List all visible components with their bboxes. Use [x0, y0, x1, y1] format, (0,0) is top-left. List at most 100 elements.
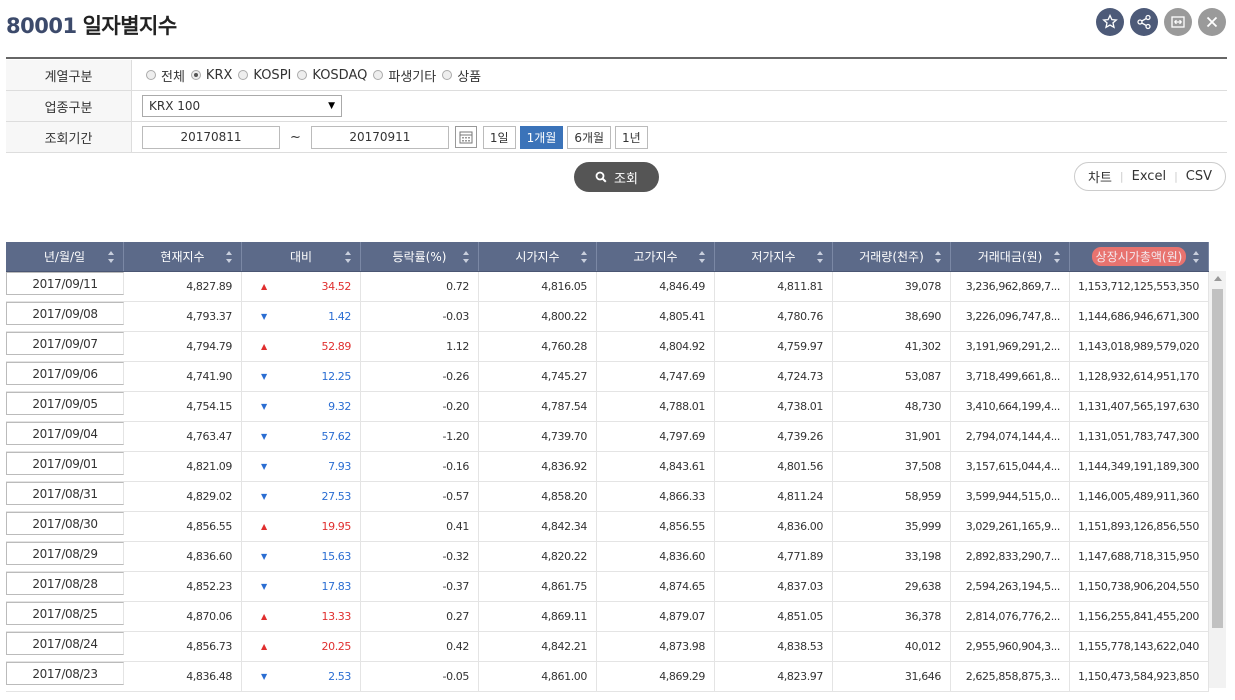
high-cell: 4,873.98: [597, 632, 715, 661]
radio-commodity[interactable]: 상품: [442, 66, 481, 85]
table-row[interactable]: 2017/08/23 4,836.48 ▼ 2.53 -0.05 4,861.00 4,86…: [6, 662, 1209, 692]
table-row[interactable]: 2017/08/28 4,852.23 ▼ 17.83 -0.37 4,861.75 4,8…: [6, 572, 1209, 602]
close-cell: 4,856.73: [124, 632, 242, 661]
col-header-label: 상장시가총액(원): [1091, 247, 1187, 266]
export-divider: |: [1174, 170, 1178, 183]
table-row[interactable]: 2017/09/07 4,794.79 ▲ 52.89 1.12 4,760.28 4,80…: [6, 332, 1209, 362]
calendar-button[interactable]: [454, 126, 477, 148]
date-cell: 2017/09/04: [6, 422, 124, 445]
period-cell: 20170811 ~ 20170911 1일 1개월 6개월 1년: [132, 122, 1227, 152]
screen-code: 80001: [6, 14, 77, 38]
period-1day-button[interactable]: 1일: [482, 125, 516, 149]
low-cell: 4,811.81: [715, 272, 833, 301]
open-cell: 4,787.54: [479, 392, 597, 421]
share-button[interactable]: [1130, 8, 1158, 36]
up-arrow-icon: ▲: [261, 642, 267, 651]
scroll-up-icon[interactable]: [1214, 276, 1222, 281]
dropdown-arrow-icon: ▼: [328, 101, 335, 111]
table-row[interactable]: 2017/08/29 4,836.60 ▼ 15.63 -0.32 4,820.22 4,8…: [6, 542, 1209, 572]
col-header-high[interactable]: 고가지수: [597, 242, 715, 271]
col-header-label: 저가지수: [751, 250, 796, 264]
scrollbar-thumb[interactable]: [1212, 289, 1223, 628]
table-scrollbar[interactable]: [1209, 271, 1226, 688]
date-cell: 2017/08/23: [6, 662, 124, 685]
col-header-low[interactable]: 저가지수: [715, 242, 833, 271]
col-header-date[interactable]: 년/월/일: [6, 242, 124, 271]
change-cell: ▼ 9.32: [242, 392, 361, 421]
screen-name: 일자별지수: [82, 14, 178, 38]
low-cell: 4,759.97: [715, 332, 833, 361]
rate-cell: 0.72: [361, 272, 479, 301]
table-row[interactable]: 2017/09/08 4,793.37 ▼ 1.42 -0.03 4,800.22 4,80…: [6, 302, 1209, 332]
favorite-button[interactable]: [1096, 8, 1124, 36]
csv-button[interactable]: CSV: [1186, 169, 1212, 184]
down-arrow-icon: ▼: [261, 462, 267, 471]
open-cell: 4,869.11: [479, 602, 597, 631]
table-row[interactable]: 2017/09/06 4,741.90 ▼ 12.25 -0.26 4,745.27 4,7…: [6, 362, 1209, 392]
rate-cell: -0.26: [361, 362, 479, 391]
market-cap-cell: 1,153,712,125,553,350: [1070, 272, 1209, 301]
table-row[interactable]: 2017/09/05 4,754.15 ▼ 9.32 -0.20 4,787.54 4,78…: [6, 392, 1209, 422]
search-button[interactable]: 조회: [574, 162, 659, 192]
amount-cell: 3,029,261,165,9...: [951, 512, 1070, 541]
radio-all[interactable]: 전체: [146, 66, 185, 85]
period-6month-button[interactable]: 6개월: [567, 125, 612, 149]
radio-kospi[interactable]: KOSPI: [238, 68, 291, 83]
radio-circle: [238, 70, 249, 80]
rate-cell: 0.27: [361, 602, 479, 631]
table-row[interactable]: 2017/08/30 4,856.55 ▲ 19.95 0.41 4,842.34 4,85…: [6, 512, 1209, 542]
col-header-change[interactable]: 대비: [242, 242, 361, 271]
export-divider: |: [1119, 170, 1124, 183]
close-cell: 4,856.55: [124, 512, 242, 541]
table-row[interactable]: 2017/09/04 4,763.47 ▼ 57.62 -1.20 4,739.70 4,7…: [6, 422, 1209, 452]
excel-button[interactable]: Excel: [1132, 169, 1166, 184]
volume-cell: 41,302: [833, 332, 951, 361]
open-cell: 4,858.20: [479, 482, 597, 511]
down-arrow-icon: ▼: [261, 492, 267, 501]
low-cell: 4,738.01: [715, 392, 833, 421]
close-button[interactable]: [1198, 8, 1226, 36]
open-cell: 4,842.21: [479, 632, 597, 661]
col-header-volume[interactable]: 거래량(천주): [833, 242, 951, 271]
chart-button[interactable]: 차트: [1088, 167, 1112, 186]
col-header-amount[interactable]: 거래대금(원): [951, 242, 1070, 271]
low-cell: 4,838.53: [715, 632, 833, 661]
radio-derivatives[interactable]: 파생기타: [373, 66, 436, 85]
period-1year-button[interactable]: 1년: [615, 125, 648, 149]
up-arrow-icon: ▲: [261, 612, 267, 621]
table-row[interactable]: 2017/08/25 4,870.06 ▲ 13.33 0.27 4,869.11 4,87…: [6, 602, 1209, 632]
table-row[interactable]: 2017/09/11 4,827.89 ▲ 34.52 0.72 4,816.05 4,84…: [6, 272, 1209, 302]
down-arrow-icon: ▼: [261, 372, 267, 381]
col-header-rate[interactable]: 등락률(%): [361, 242, 479, 271]
period-1month-button[interactable]: 1개월: [519, 125, 564, 149]
open-cell: 4,820.22: [479, 542, 597, 571]
down-arrow-icon: ▼: [261, 552, 267, 561]
rate-cell: 1.12: [361, 332, 479, 361]
rate-cell: 0.42: [361, 632, 479, 661]
radio-kosdaq[interactable]: KOSDAQ: [297, 68, 367, 83]
end-date-input[interactable]: 20170911: [310, 125, 449, 149]
expand-button[interactable]: [1164, 8, 1192, 36]
industry-select[interactable]: KRX 100 ▼: [142, 95, 342, 117]
table-row[interactable]: 2017/09/01 4,821.09 ▼ 7.93 -0.16 4,836.92 4,84…: [6, 452, 1209, 482]
open-cell: 4,745.27: [479, 362, 597, 391]
radio-circle: [146, 70, 156, 80]
date-cell: 2017/08/28: [6, 572, 124, 595]
open-cell: 4,800.22: [479, 302, 597, 331]
amount-cell: 3,599,944,515,0...: [951, 482, 1070, 511]
table-row[interactable]: 2017/08/31 4,829.02 ▼ 27.53 -0.57 4,858.20 4,8…: [6, 482, 1209, 512]
change-value: 12.25: [321, 370, 352, 383]
high-cell: 4,804.92: [597, 332, 715, 361]
radio-krx[interactable]: KRX: [190, 68, 232, 83]
low-cell: 4,823.97: [715, 662, 833, 691]
radio-circle: [373, 70, 384, 80]
open-cell: 4,842.34: [479, 512, 597, 541]
col-header-open[interactable]: 시가지수: [479, 242, 597, 271]
table-row[interactable]: 2017/08/24 4,856.73 ▲ 20.25 0.42 4,842.21 4,87…: [6, 632, 1209, 662]
high-cell: 4,747.69: [597, 362, 715, 391]
col-header-close[interactable]: 현재지수: [124, 242, 242, 271]
open-cell: 4,816.05: [479, 272, 597, 301]
col-header-market-cap[interactable]: 상장시가총액(원): [1070, 242, 1209, 271]
start-date-input[interactable]: 20170811: [142, 125, 280, 149]
change-value: 15.63: [321, 550, 352, 563]
